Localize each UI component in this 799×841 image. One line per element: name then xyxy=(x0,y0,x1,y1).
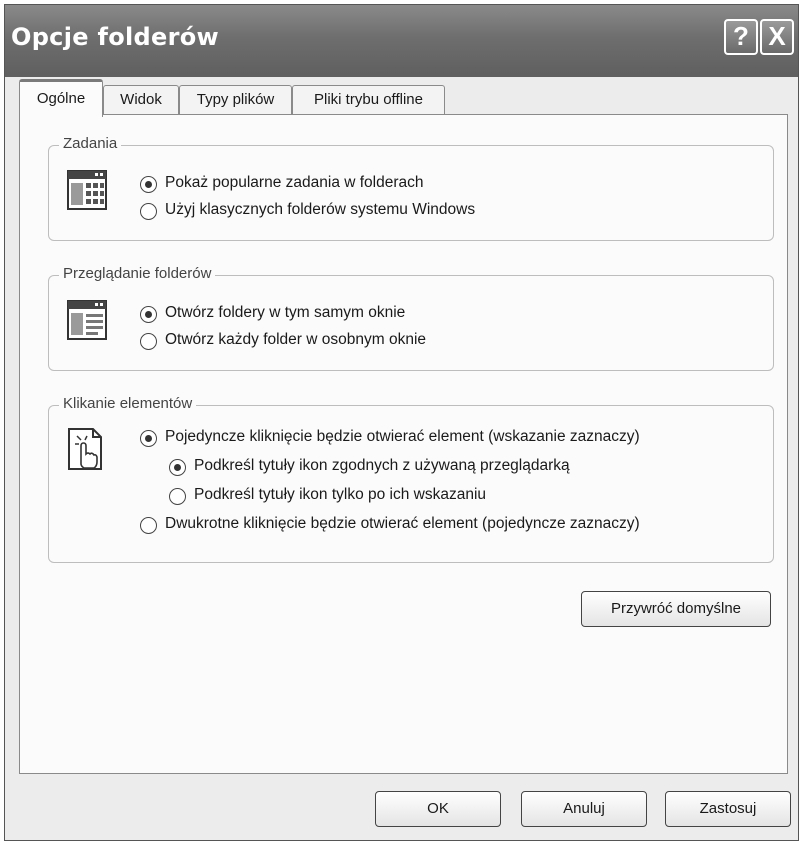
close-button[interactable]: X xyxy=(760,19,794,55)
tab-general-label: Ogólne xyxy=(36,90,86,107)
restore-defaults-button[interactable]: Przywróć domyślne xyxy=(581,591,771,627)
same-window-label[interactable]: Otwórz foldery w tym samym oknie xyxy=(165,304,405,322)
separate-window-label[interactable]: Otwórz każdy folder w osobnym oknie xyxy=(165,331,426,349)
single-click-radio[interactable] xyxy=(140,430,157,447)
classic-folders-label[interactable]: Użyj klasycznych folderów systemu Window… xyxy=(165,201,475,219)
ok-label: OK xyxy=(427,800,449,817)
apply-label: Zastosuj xyxy=(699,800,757,817)
help-icon: ? xyxy=(733,21,749,51)
separate-window-radio[interactable] xyxy=(140,333,157,350)
tasks-group-legend: Zadania xyxy=(59,135,122,152)
close-icon: X xyxy=(768,21,786,51)
double-click-radio[interactable] xyxy=(140,517,157,534)
classic-folders-radio[interactable] xyxy=(140,203,157,220)
underline-browser-radio[interactable] xyxy=(169,459,186,476)
double-click-label[interactable]: Dwukrotne kliknięcie będzie otwierać ele… xyxy=(165,515,640,533)
click-items-group: Klikanie elementów Pojedyncze kliknięcie… xyxy=(48,395,774,563)
window-tasks-icon xyxy=(67,170,107,210)
single-click-label[interactable]: Pojedyncze kliknięcie będzie otwierać el… xyxy=(165,428,640,446)
tab-view-label: Widok xyxy=(120,91,162,108)
tab-offline-files-label: Pliki trybu offline xyxy=(314,91,423,108)
tab-offline-files[interactable]: Pliki trybu offline xyxy=(292,85,445,115)
ok-button[interactable]: OK xyxy=(375,791,501,827)
cancel-button[interactable]: Anuluj xyxy=(521,791,647,827)
show-common-tasks-label[interactable]: Pokaż popularne zadania w folderach xyxy=(165,174,424,192)
folder-options-dialog: Opcje folderów ? X Ogólne Widok Typy pli… xyxy=(4,4,799,841)
same-window-radio[interactable] xyxy=(140,306,157,323)
restore-defaults-label: Przywróć domyślne xyxy=(610,600,742,617)
tab-file-types[interactable]: Typy plików xyxy=(179,85,292,115)
underline-browser-label[interactable]: Podkreśl tytuły ikon zgodnych z używaną … xyxy=(194,457,570,475)
apply-button[interactable]: Zastosuj xyxy=(665,791,791,827)
general-tab-panel: Zadania Pokaż popularne zadania w folder… xyxy=(19,114,788,774)
cancel-label: Anuluj xyxy=(563,800,605,817)
underline-hover-label[interactable]: Podkreśl tytuły ikon tylko po ich wskaza… xyxy=(194,486,486,504)
tab-view[interactable]: Widok xyxy=(103,85,179,115)
window-browse-icon xyxy=(67,300,107,340)
tab-file-types-label: Typy plików xyxy=(196,91,275,108)
underline-hover-radio[interactable] xyxy=(169,488,186,505)
help-button[interactable]: ? xyxy=(724,19,758,55)
tasks-group: Zadania Pokaż popularne zadania w folder… xyxy=(48,135,774,241)
click-items-group-legend: Klikanie elementów xyxy=(59,395,197,412)
tab-general[interactable]: Ogólne xyxy=(19,79,103,117)
title-bar[interactable]: Opcje folderów ? X xyxy=(5,5,798,77)
hand-pointer-icon xyxy=(68,428,102,470)
browse-folders-group-legend: Przeglądanie folderów xyxy=(59,265,216,282)
show-common-tasks-radio[interactable] xyxy=(140,176,157,193)
browse-folders-group: Przeglądanie folderów Otwórz foldery w t… xyxy=(48,265,774,371)
window-title: Opcje folderów xyxy=(11,23,219,51)
